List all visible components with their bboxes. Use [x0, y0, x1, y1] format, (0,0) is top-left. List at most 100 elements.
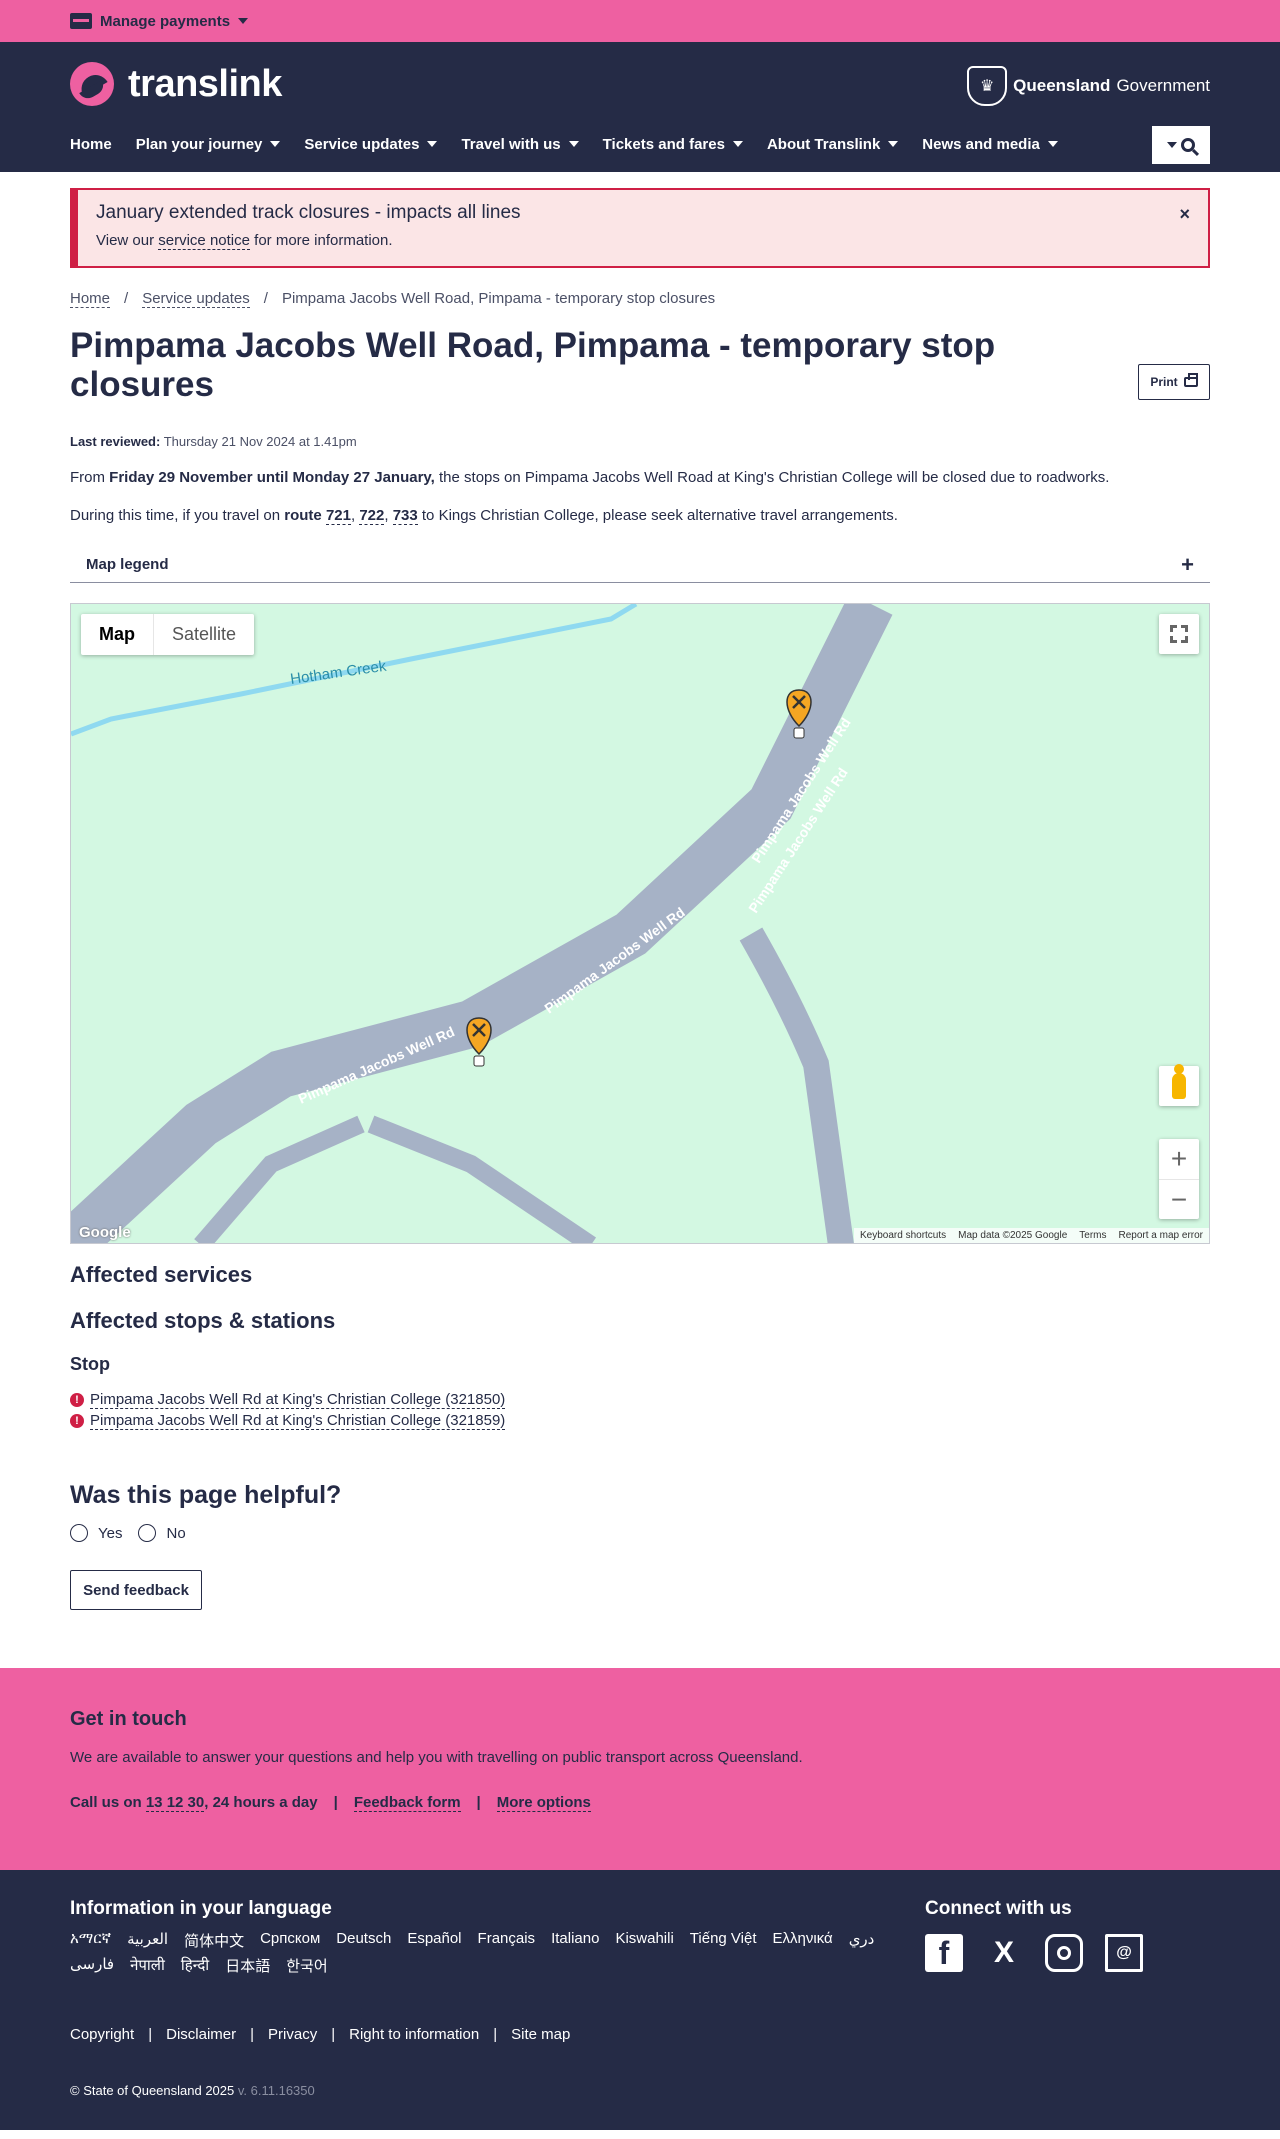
close-icon[interactable]: ×: [1179, 204, 1190, 225]
terms-link[interactable]: Terms: [1079, 1230, 1106, 1241]
facebook-icon[interactable]: f: [925, 1934, 963, 1972]
language-link[interactable]: 简体中文: [184, 1930, 244, 1951]
page-title: Pimpama Jacobs Well Road, Pimpama - temp…: [70, 326, 996, 404]
connect-title: Connect with us: [925, 1898, 1072, 1919]
stop-link[interactable]: Pimpama Jacobs Well Rd at King's Christi…: [90, 1391, 506, 1409]
nav-label: Home: [70, 135, 112, 153]
radio-no[interactable]: No: [138, 1524, 186, 1542]
radio-circle[interactable]: [138, 1524, 157, 1542]
fullscreen-button[interactable]: [1159, 614, 1199, 654]
breadcrumb-home[interactable]: Home: [70, 290, 111, 308]
list-item: ! Pimpama Jacobs Well Rd at King's Chris…: [70, 1389, 1210, 1410]
language-link[interactable]: नेपाली: [130, 1955, 165, 1976]
language-link[interactable]: Tiếng Việt: [690, 1930, 757, 1951]
google-logo[interactable]: Google: [79, 1224, 131, 1241]
breadcrumb-current: Pimpama Jacobs Well Road, Pimpama - temp…: [281, 290, 716, 307]
service-notice-link[interactable]: service notice: [158, 232, 250, 250]
card-icon: [70, 13, 92, 29]
p2-before: During this time, if you travel on: [70, 507, 285, 524]
pegman-icon: [1172, 1064, 1186, 1099]
language-link[interactable]: Kiswahili: [615, 1930, 673, 1951]
manage-payments-menu[interactable]: Manage payments: [70, 13, 249, 30]
routes-paragraph: During this time, if you travel on route…: [70, 507, 898, 525]
nav-home[interactable]: Home: [70, 130, 112, 158]
language-link[interactable]: हिन्दी: [181, 1955, 209, 1976]
privacy-link[interactable]: Privacy: [268, 2026, 317, 2043]
translink-logo[interactable]: translink: [70, 62, 282, 106]
p1-dates: Friday 29 November until Monday 27 Janua…: [109, 469, 435, 486]
keyboard-shortcuts-link[interactable]: Keyboard shortcuts: [860, 1230, 946, 1241]
language-link[interactable]: Español: [407, 1930, 461, 1951]
copyright-text: © State of Queensland 2025 v. 6.11.16350: [70, 2083, 1210, 2098]
radio-circle[interactable]: [70, 1524, 88, 1542]
nav-service-updates[interactable]: Service updates: [304, 130, 438, 158]
nav-label: News and media: [922, 135, 1040, 153]
zoom-in-button[interactable]: +: [1159, 1139, 1199, 1179]
nav-label: Tickets and fares: [602, 135, 725, 153]
map-canvas[interactable]: Hotham Creek Pimpama Jacobs Well Rd Pimp…: [71, 604, 1209, 1244]
language-link[interactable]: አማርኛ: [70, 1930, 111, 1951]
nav-about-translink[interactable]: About Translink: [767, 130, 899, 158]
copyright-link[interactable]: Copyright: [70, 2026, 134, 2043]
radio-yes[interactable]: Yes: [70, 1524, 122, 1542]
email-icon[interactable]: @: [1105, 1934, 1143, 1972]
map[interactable]: Hotham Creek Pimpama Jacobs Well Rd Pimp…: [70, 603, 1210, 1244]
route-link-733[interactable]: 733: [392, 507, 418, 525]
disclaimer-link[interactable]: Disclaimer: [166, 2026, 236, 2043]
feedback-form-link[interactable]: Feedback form: [353, 1794, 461, 1812]
nav-tickets-and-fares[interactable]: Tickets and fares: [603, 130, 743, 158]
language-link[interactable]: Français: [478, 1930, 536, 1951]
route-link-722[interactable]: 722: [359, 507, 385, 525]
breadcrumb-service-updates[interactable]: Service updates: [142, 290, 250, 308]
report-map-error-link[interactable]: Report a map error: [1119, 1230, 1203, 1241]
language-link[interactable]: Српском: [260, 1930, 320, 1951]
nav-plan-your-journey[interactable]: Plan your journey: [136, 130, 281, 158]
nav-label: Travel with us: [461, 135, 561, 153]
call-us: Call us on 13 12 30, 24 hours a day: [70, 1794, 318, 1812]
street-view-button[interactable]: [1159, 1064, 1199, 1106]
crest-icon: ♛: [967, 66, 1008, 106]
language-link[interactable]: 한국어: [286, 1955, 327, 1976]
more-options-link[interactable]: More options: [496, 1794, 591, 1812]
print-button[interactable]: Print: [1138, 364, 1210, 400]
language-link[interactable]: 日本語: [225, 1955, 270, 1976]
call-prefix: Call us on: [70, 1794, 146, 1811]
send-feedback-button[interactable]: Send feedback: [70, 1570, 202, 1610]
instagram-icon[interactable]: [1045, 1934, 1083, 1972]
phone-link[interactable]: 13 12 30: [145, 1794, 205, 1812]
chevron-down-icon: [238, 18, 249, 24]
queensland-government-logo[interactable]: ♛ Queensland Government: [967, 66, 1210, 106]
stop-link[interactable]: Pimpama Jacobs Well Rd at King's Christi…: [90, 1412, 506, 1430]
alert-banner: January extended track closures - impact…: [70, 188, 1210, 268]
main-nav: Home Plan your journey Service updates T…: [70, 130, 1082, 158]
chevron-down-icon: [1047, 141, 1058, 147]
fullscreen-icon: [1170, 625, 1188, 643]
zoom-out-button[interactable]: −: [1159, 1179, 1199, 1219]
language-link[interactable]: Ελληνικά: [773, 1930, 833, 1951]
map-type-map-button[interactable]: Map: [81, 614, 154, 655]
breadcrumb: Home / Service updates / Pimpama Jacobs …: [70, 290, 1210, 308]
route-link-721[interactable]: 721: [325, 507, 351, 525]
closed-stop-marker[interactable]: [466, 1017, 492, 1067]
right-to-information-link[interactable]: Right to information: [349, 2026, 479, 2043]
language-link[interactable]: Italiano: [551, 1930, 599, 1951]
side-road: [367, 1115, 597, 1243]
separator: |: [250, 2026, 255, 2043]
separator: |: [333, 1794, 338, 1811]
site-map-link[interactable]: Site map: [511, 2026, 570, 2043]
contact-title: Get in touch: [70, 1708, 187, 1730]
language-link[interactable]: دري: [849, 1930, 875, 1951]
alert-text-after: for more information.: [249, 232, 393, 249]
contact-links: Call us on 13 12 30, 24 hours a day | Fe…: [70, 1794, 1210, 1812]
language-link[interactable]: فارسی: [70, 1955, 114, 1976]
map-legend-toggle[interactable]: Map legend +: [70, 547, 1210, 583]
map-type-satellite-button[interactable]: Satellite: [154, 614, 254, 655]
nav-travel-with-us[interactable]: Travel with us: [461, 130, 579, 158]
search-button[interactable]: [1152, 126, 1210, 164]
language-link[interactable]: Deutsch: [336, 1930, 391, 1951]
nav-news-and-media[interactable]: News and media: [922, 130, 1058, 158]
contact-section: Get in touch We are available to answer …: [0, 1668, 1280, 1870]
x-icon[interactable]: X: [985, 1934, 1023, 1972]
language-link[interactable]: العربية: [127, 1930, 168, 1951]
site-footer: Information in your language አማርኛ العربي…: [0, 1870, 1280, 2130]
